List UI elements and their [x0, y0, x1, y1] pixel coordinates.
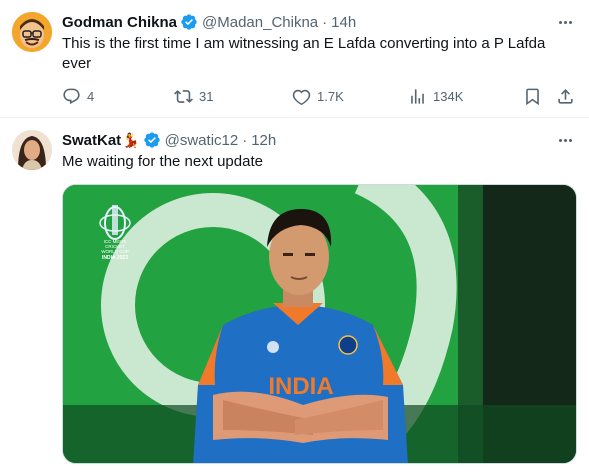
share-button[interactable]: [556, 84, 575, 108]
handle[interactable]: @swatic12: [165, 132, 239, 149]
reply-button[interactable]: 4: [62, 84, 94, 108]
timestamp[interactable]: 14h: [331, 14, 356, 31]
like-button[interactable]: 1.7K: [292, 84, 344, 108]
bookmark-button[interactable]: [523, 84, 542, 108]
tweet[interactable]: SwatKat 💃 @swatic12 · 12h Me waiting for…: [0, 118, 589, 473]
tweet-media-image[interactable]: ICC MEN'S CRICKET WORLD CUP INDIA 2023 I…: [62, 184, 577, 464]
logo-line-3: WORLD CUP: [101, 249, 129, 254]
retweet-button[interactable]: 31: [174, 84, 213, 108]
logo-line-4: INDIA 2023: [102, 255, 128, 261]
profile-photo-icon: [12, 130, 52, 170]
timestamp[interactable]: 12h: [251, 132, 276, 149]
verified-badge-icon: [143, 131, 161, 149]
avatar[interactable]: [12, 130, 52, 170]
tweet-text: Me waiting for the next update: [62, 153, 263, 170]
tweet-text: This is the first time I am witnessing a…: [62, 35, 546, 72]
retweet-count: 31: [199, 88, 214, 104]
separator-dot: ·: [322, 13, 328, 31]
reply-icon: [63, 88, 80, 104]
bookmark-icon: [526, 88, 539, 105]
share-icon: [558, 88, 573, 104]
tweet[interactable]: Godman Chikna @Madan_Chikna · 14h This i…: [0, 0, 589, 118]
reply-count: 4: [87, 88, 95, 104]
display-name[interactable]: Godman Chikna: [62, 14, 177, 31]
view-count: 134K: [433, 88, 464, 104]
more-options-icon[interactable]: [555, 130, 575, 150]
heart-icon: [292, 89, 311, 105]
retweet-icon: [174, 89, 193, 103]
separator-dot: ·: [242, 131, 248, 149]
dancer-emoji: 💃: [122, 131, 140, 148]
views-button[interactable]: 134K: [408, 84, 463, 108]
tweet-header: SwatKat 💃 @swatic12 · 12h: [62, 130, 276, 150]
handle[interactable]: @Madan_Chikna: [202, 14, 318, 31]
jersey-text: INDIA: [268, 373, 333, 400]
cricketer-photo: ICC MEN'S CRICKET WORLD CUP INDIA 2023 I…: [63, 185, 576, 463]
like-count: 1.7K: [317, 88, 344, 104]
avatar[interactable]: [12, 12, 52, 52]
more-options-icon[interactable]: [555, 12, 575, 32]
tweet-header: Godman Chikna @Madan_Chikna · 14h: [62, 12, 356, 32]
verified-badge-icon: [180, 13, 198, 31]
tweet-actions: 4 31 1.7K 134K: [62, 84, 580, 108]
cartoon-face-avatar-icon: [12, 12, 52, 52]
analytics-bars-icon: [411, 88, 424, 104]
display-name[interactable]: SwatKat: [62, 132, 121, 149]
